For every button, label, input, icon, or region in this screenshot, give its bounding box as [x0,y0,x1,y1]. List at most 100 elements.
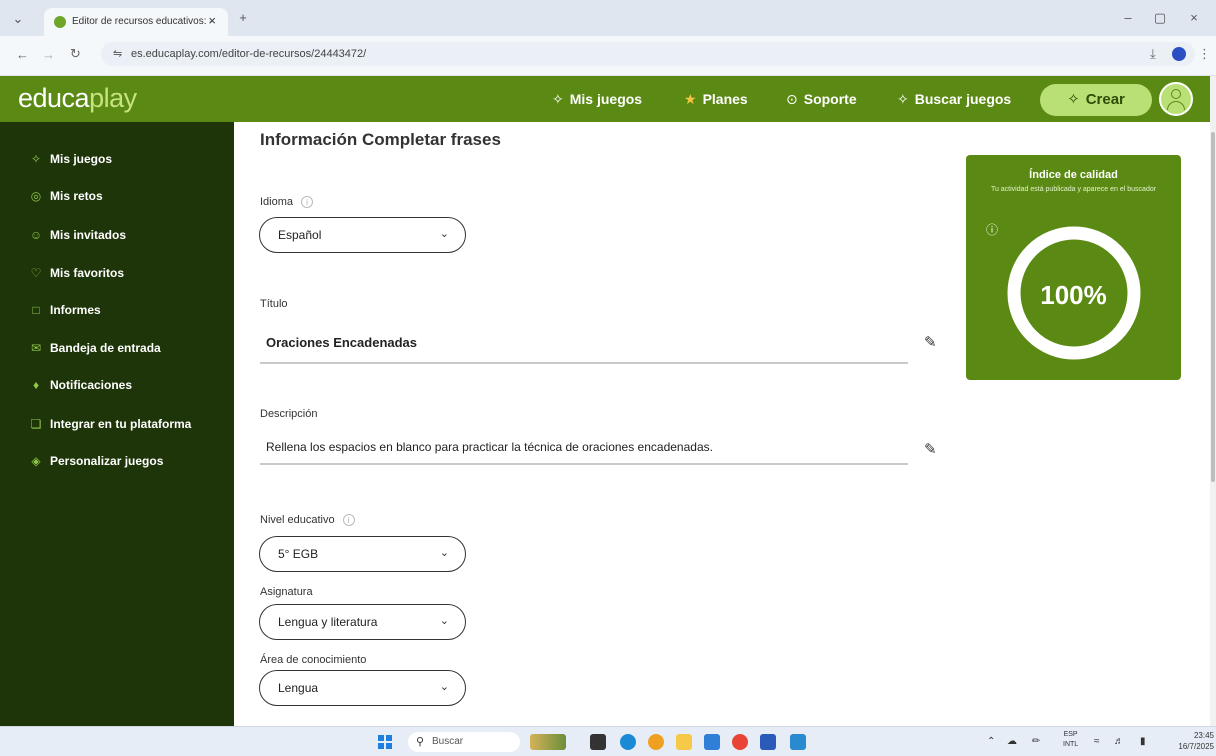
educaplay-favicon-icon [54,16,66,28]
photos-icon[interactable] [790,734,806,750]
puzzle-icon: ✧ [30,152,42,166]
nav-label: Mis juegos [569,91,643,107]
nav-planes[interactable]: ★ Planes [684,91,748,108]
lang-top: ESP [1063,731,1078,738]
browser-menu-icon[interactable]: ⋮ [1198,46,1211,62]
sidebar-item-personalizar-juegos[interactable]: ◈ Personalizar juegos [28,454,163,474]
sidebar: ✧ Mis juegos ◎ Mis retos ☺ Mis invitados ♡ M… [0,122,234,726]
clock-time: 23:45 [1193,731,1214,740]
sidebar-item-mis-favoritos[interactable]: ♡ Mis favoritos [28,266,124,286]
page-scrollbar[interactable] [1210,76,1216,726]
copilot-icon[interactable] [648,734,664,750]
taskbar-search[interactable]: ⚲ Buscar [408,732,520,752]
subject-value: Lengua y literatura [278,615,378,629]
volume-icon[interactable]: ♬ [1114,736,1124,747]
sidebar-item-notificaciones[interactable]: ♦ Notificaciones [28,378,132,398]
create-button[interactable]: ✧ Crear [1040,84,1152,116]
language-label-text: Idioma [260,196,294,208]
lang-bottom: INTL [1063,741,1079,748]
network-icon[interactable]: ☁ [1007,736,1017,747]
level-select[interactable]: 5° EGB ⌄ [259,536,466,572]
nav-label: Planes [702,91,748,107]
description-field[interactable]: Rellena los espacios en blanco para prac… [260,432,908,465]
sidebar-item-label: Mis retos [50,189,103,203]
edge-browser-icon[interactable] [620,734,636,750]
address-bar[interactable]: ⇋ es.educaplay.com/editor-de-recursos/24… [101,42,1195,66]
tab-close-button[interactable]: × [208,13,216,28]
windows-start-icon[interactable] [378,735,392,749]
info-icon[interactable]: i [301,196,314,209]
taskbar: ⚲ Buscar ⌃ ☁ ✏ ESP INTL ≈ ♬ ▮ 23:45 16/7… [0,726,1216,756]
sidebar-item-bandeja-de-entrada[interactable]: ✉ Bandeja de entrada [28,341,161,361]
language-indicator[interactable]: ESP INTL [1063,730,1078,750]
edit-description-pencil-icon[interactable]: ✎ [924,440,937,458]
app-header: educaplay ✧ Mis juegos ★ Planes ⊙ Soporte ✧… [0,76,1210,122]
close-window-button[interactable]: × [1186,10,1202,25]
educaplay-logo[interactable]: educaplay [18,83,137,114]
weather-widget-icon[interactable] [530,734,566,750]
target-icon: ◎ [30,189,42,203]
store-icon[interactable] [704,734,720,750]
reload-icon[interactable]: ↻ [70,46,81,62]
nav-soporte[interactable]: ⊙ Soporte [786,91,857,108]
minimize-button[interactable]: – [1120,10,1136,25]
puzzle-icon: ✧ [552,91,564,107]
sidebar-item-informes[interactable]: □ Informes [28,303,100,323]
avatar-body-icon [1167,101,1185,110]
area-select[interactable]: Lengua ⌄ [259,670,466,706]
task-view-icon[interactable] [590,734,606,750]
tab-title: Editor de recursos educativos: · [72,16,213,27]
quality-percent: 100% [1040,280,1107,310]
support-icon: ⊙ [786,91,798,107]
tab-list-button[interactable]: ⌄ [10,11,26,27]
search-puzzle-icon: ✧ [897,91,909,107]
nav-buscar-juegos[interactable]: ✧ Buscar juegos [897,91,1011,108]
language-select[interactable]: Español ⌄ [259,217,466,253]
sidebar-item-label: Bandeja de entrada [50,341,161,355]
info-icon[interactable]: ⓘ [986,221,998,238]
chrome-icon[interactable] [732,734,748,750]
sidebar-item-label: Integrar en tu plataforma [50,417,192,431]
file-explorer-icon[interactable] [676,734,692,750]
sidebar-item-mis-invitados[interactable]: ☺ Mis invitados [28,228,126,248]
info-icon[interactable]: i [342,514,355,527]
sidebar-item-label: Mis favoritos [50,266,125,280]
tray-chevron-icon[interactable]: ⌃ [987,736,995,747]
sidebar-item-label: Notificaciones [50,378,133,392]
sidebar-item-label: Personalizar juegos [50,454,164,468]
forward-icon[interactable]: → [42,47,55,62]
sidebar-item-integrar[interactable]: ❏ Integrar en tu plataforma [28,417,192,437]
create-label: Crear [1085,91,1125,108]
description-label: Descripción [260,408,318,420]
area-value: Lengua [278,681,319,695]
level-label-text: Nivel educativo [260,514,335,526]
nav-label: Soporte [803,91,857,107]
battery-icon[interactable]: ▮ [1140,736,1146,747]
title-field[interactable]: Oraciones Encadenadas [260,326,908,364]
clock[interactable]: 23:45 16/7/2025 [1176,730,1214,752]
maximize-button[interactable]: ▢ [1152,10,1168,26]
word-icon[interactable] [760,734,776,750]
wifi-icon[interactable]: ≈ [1094,736,1100,747]
download-icon[interactable]: ⤓ [1150,46,1156,62]
page-title: Información Completar frases [260,130,501,149]
sidebar-item-mis-retos[interactable]: ◎ Mis retos [28,189,103,209]
nav-mis-juegos[interactable]: ✧ Mis juegos [552,91,642,108]
url-text: es.educaplay.com/editor-de-recursos/2444… [131,48,367,60]
level-label: Nivel educativo i [260,514,355,527]
back-icon[interactable]: ← [16,47,29,62]
nav-label: Buscar juegos [914,91,1012,107]
subject-select[interactable]: Lengua y literatura ⌄ [259,604,466,640]
bell-icon: ♦ [32,378,40,392]
site-info-icon[interactable]: ⇋ [113,47,122,60]
pen-icon[interactable]: ✏ [1032,736,1040,747]
scrollbar-thumb[interactable] [1211,132,1215,482]
profile-icon[interactable] [1172,47,1186,61]
chevron-down-icon: ⌄ [439,547,449,559]
new-tab-button[interactable]: + [236,10,250,25]
sidebar-item-mis-juegos[interactable]: ✧ Mis juegos [28,152,112,172]
user-avatar[interactable] [1159,82,1193,116]
browser-tab[interactable]: Editor de recursos educativos: · × [44,8,228,36]
area-label: Área de conocimiento [260,654,367,666]
edit-title-pencil-icon[interactable]: ✎ [924,333,937,351]
